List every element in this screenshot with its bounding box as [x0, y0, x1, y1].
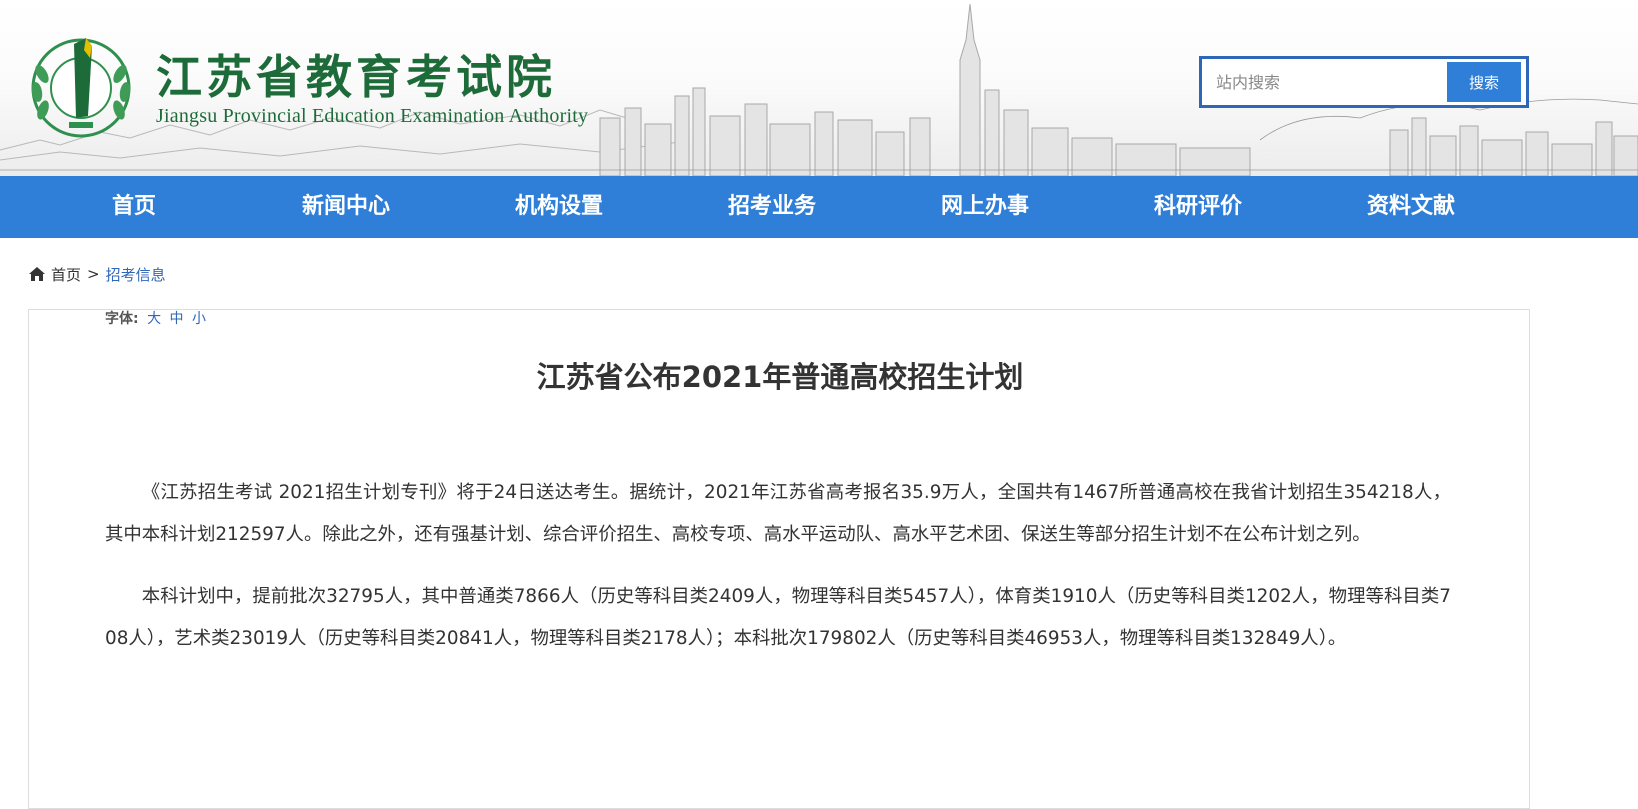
search-box: 搜索: [1199, 56, 1529, 108]
logo-title-cn: 江苏省教育考试院: [156, 50, 556, 104]
breadcrumb-separator: >: [87, 265, 100, 283]
nav-item-admissions[interactable]: 招考业务: [728, 176, 816, 238]
logo-title-en: Jiangsu Provincial Education Examination…: [156, 105, 589, 127]
font-size-large-option[interactable]: 大: [147, 311, 161, 327]
home-icon: [29, 267, 45, 281]
search-button[interactable]: 搜索: [1447, 62, 1521, 102]
nav-item-research[interactable]: 科研评价: [1154, 176, 1242, 238]
font-size-medium-option[interactable]: 中: [170, 311, 184, 327]
nav-item-online-services[interactable]: 网上办事: [941, 176, 1029, 238]
nav-item-home[interactable]: 首页: [112, 176, 156, 238]
nav-item-documents[interactable]: 资料文献: [1367, 176, 1455, 238]
jpeea-logo-icon: [31, 38, 131, 138]
article-title: 江苏省公布2021年普通高校招生计划: [536, 360, 1024, 394]
breadcrumb: 首页 > 招考信息: [28, 262, 166, 286]
site-logo[interactable]: 江苏省教育考试院 Jiangsu Provincial Education Ex…: [156, 50, 588, 128]
font-size-label: 字体:: [105, 311, 139, 327]
main-nav: 首页 新闻中心 机构设置 招考业务 网上办事 科研评价 资料文献: [0, 176, 1638, 238]
nav-item-organization[interactable]: 机构设置: [515, 176, 603, 238]
breadcrumb-home-link[interactable]: 首页: [51, 264, 81, 285]
breadcrumb-current-link[interactable]: 招考信息: [106, 264, 166, 285]
font-size-selector: 字体: 大 中 小: [105, 308, 206, 328]
font-size-small-option[interactable]: 小: [192, 311, 206, 327]
article-body: 《江苏招生考试 2021招生计划专刊》将于24日送达考生。据统计，2021年江苏…: [105, 472, 1451, 680]
article-panel: 字体: 大 中 小 江苏省公布2021年普通高校招生计划 《江苏招生考试 202…: [28, 309, 1530, 809]
search-input[interactable]: [1202, 59, 1447, 105]
site-header: 江苏省教育考试院 Jiangsu Provincial Education Ex…: [0, 0, 1638, 176]
article-paragraph: 《江苏招生考试 2021招生计划专刊》将于24日送达考生。据统计，2021年江苏…: [105, 482, 1451, 545]
article-paragraph: 本科计划中，提前批次32795人，其中普通类7866人（历史等科目类2409人，…: [105, 586, 1451, 649]
nav-item-news-center[interactable]: 新闻中心: [302, 176, 390, 238]
